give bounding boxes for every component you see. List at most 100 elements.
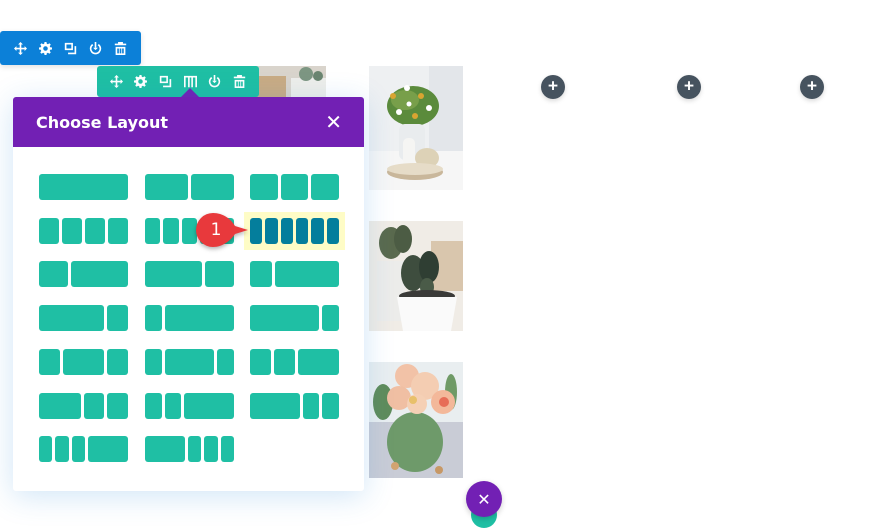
layout-column bbox=[145, 393, 162, 419]
photo-cactus-in-white-pot bbox=[369, 221, 463, 331]
layout-column bbox=[295, 218, 309, 244]
add-module-button-col3[interactable]: + bbox=[677, 75, 701, 99]
layout-column bbox=[191, 174, 234, 200]
layout-option[interactable] bbox=[39, 174, 128, 200]
layout-column bbox=[62, 218, 82, 244]
layout-option[interactable] bbox=[145, 349, 234, 375]
layout-column bbox=[145, 261, 203, 287]
layout-option[interactable] bbox=[39, 349, 128, 375]
layout-column bbox=[108, 218, 128, 244]
layout-column bbox=[55, 436, 69, 462]
layout-column bbox=[145, 349, 162, 375]
layout-column bbox=[70, 261, 128, 287]
layout-column bbox=[326, 218, 339, 244]
trash-icon[interactable] bbox=[227, 66, 252, 97]
layout-option[interactable] bbox=[244, 212, 345, 250]
layout-column bbox=[205, 261, 234, 287]
layout-column bbox=[164, 349, 215, 375]
layout-option[interactable] bbox=[250, 174, 339, 200]
layout-column bbox=[302, 393, 320, 419]
add-module-button-col2[interactable]: + bbox=[541, 75, 565, 99]
layout-option[interactable] bbox=[39, 436, 128, 462]
gear-icon[interactable] bbox=[33, 33, 58, 63]
choose-layout-modal: Choose Layout ✕ bbox=[13, 97, 364, 491]
layout-option[interactable] bbox=[250, 349, 339, 375]
duplicate-icon[interactable] bbox=[153, 66, 178, 97]
layout-option[interactable] bbox=[145, 261, 234, 287]
add-module-button-col4[interactable]: + bbox=[800, 75, 824, 99]
modal-title: Choose Layout bbox=[36, 112, 169, 132]
trash-icon[interactable] bbox=[108, 33, 133, 63]
layout-option[interactable] bbox=[145, 305, 234, 331]
layout-column bbox=[39, 436, 53, 462]
layout-column bbox=[62, 349, 105, 375]
layout-column bbox=[85, 218, 105, 244]
layout-column bbox=[39, 218, 59, 244]
layout-column bbox=[188, 436, 202, 462]
move-icon[interactable] bbox=[104, 66, 129, 97]
layout-column bbox=[220, 436, 234, 462]
layout-option[interactable] bbox=[145, 393, 234, 419]
layout-option[interactable] bbox=[250, 261, 339, 287]
layout-option[interactable] bbox=[145, 436, 234, 462]
layout-column bbox=[145, 436, 185, 462]
layout-column bbox=[106, 305, 128, 331]
duplicate-icon[interactable] bbox=[58, 33, 83, 63]
photo-daisies-in-vase-with-pumpkin bbox=[369, 66, 463, 190]
close-icon[interactable]: ✕ bbox=[325, 112, 342, 132]
layout-column bbox=[311, 174, 339, 200]
layout-column bbox=[250, 261, 272, 287]
layout-column bbox=[321, 305, 339, 331]
power-icon[interactable] bbox=[202, 66, 227, 97]
layout-option[interactable] bbox=[145, 174, 234, 200]
layout-column bbox=[71, 436, 85, 462]
layout-column bbox=[165, 305, 234, 331]
layout-column bbox=[273, 349, 295, 375]
move-icon[interactable] bbox=[8, 33, 33, 63]
layout-column bbox=[265, 218, 278, 244]
layout-column bbox=[39, 305, 104, 331]
layout-option[interactable] bbox=[250, 393, 339, 419]
layout-column bbox=[39, 393, 81, 419]
layout-column bbox=[250, 174, 278, 200]
layout-column bbox=[250, 393, 300, 419]
layout-column bbox=[107, 393, 128, 419]
layout-column bbox=[250, 305, 319, 331]
row-toolbar bbox=[97, 66, 259, 97]
close-layout-button[interactable]: ✕ bbox=[466, 481, 502, 517]
layout-column bbox=[184, 393, 234, 419]
modal-header: Choose Layout ✕ bbox=[13, 97, 364, 147]
layout-column bbox=[280, 174, 309, 200]
layout-column bbox=[83, 393, 105, 419]
power-icon[interactable] bbox=[83, 33, 108, 63]
layout-column bbox=[39, 174, 128, 200]
step-callout: 1 bbox=[195, 212, 249, 248]
layout-column bbox=[145, 305, 163, 331]
callout-number: 1 bbox=[210, 220, 222, 240]
layout-column bbox=[322, 393, 339, 419]
section-toolbar bbox=[0, 31, 141, 65]
layout-option[interactable] bbox=[39, 261, 128, 287]
layout-column bbox=[164, 393, 182, 419]
layout-column bbox=[39, 261, 68, 287]
layout-column bbox=[280, 218, 293, 244]
layout-option[interactable] bbox=[39, 393, 128, 419]
layout-column bbox=[250, 349, 271, 375]
layout-column bbox=[274, 261, 339, 287]
layout-column bbox=[217, 349, 234, 375]
layout-option[interactable] bbox=[250, 305, 339, 331]
layout-column bbox=[145, 218, 161, 244]
layout-column bbox=[145, 174, 188, 200]
layout-column bbox=[163, 218, 179, 244]
layout-column bbox=[39, 349, 60, 375]
layout-column bbox=[87, 436, 128, 462]
photo-peony-bouquet bbox=[369, 362, 463, 478]
gear-icon[interactable] bbox=[129, 66, 154, 97]
layout-column bbox=[311, 218, 324, 244]
photo-succulent-partial bbox=[256, 66, 326, 97]
layout-option[interactable] bbox=[39, 305, 128, 331]
layout-column bbox=[297, 349, 339, 375]
layout-column bbox=[107, 349, 128, 375]
row-toolbar-pointer bbox=[181, 88, 199, 97]
layout-option[interactable] bbox=[39, 218, 128, 244]
